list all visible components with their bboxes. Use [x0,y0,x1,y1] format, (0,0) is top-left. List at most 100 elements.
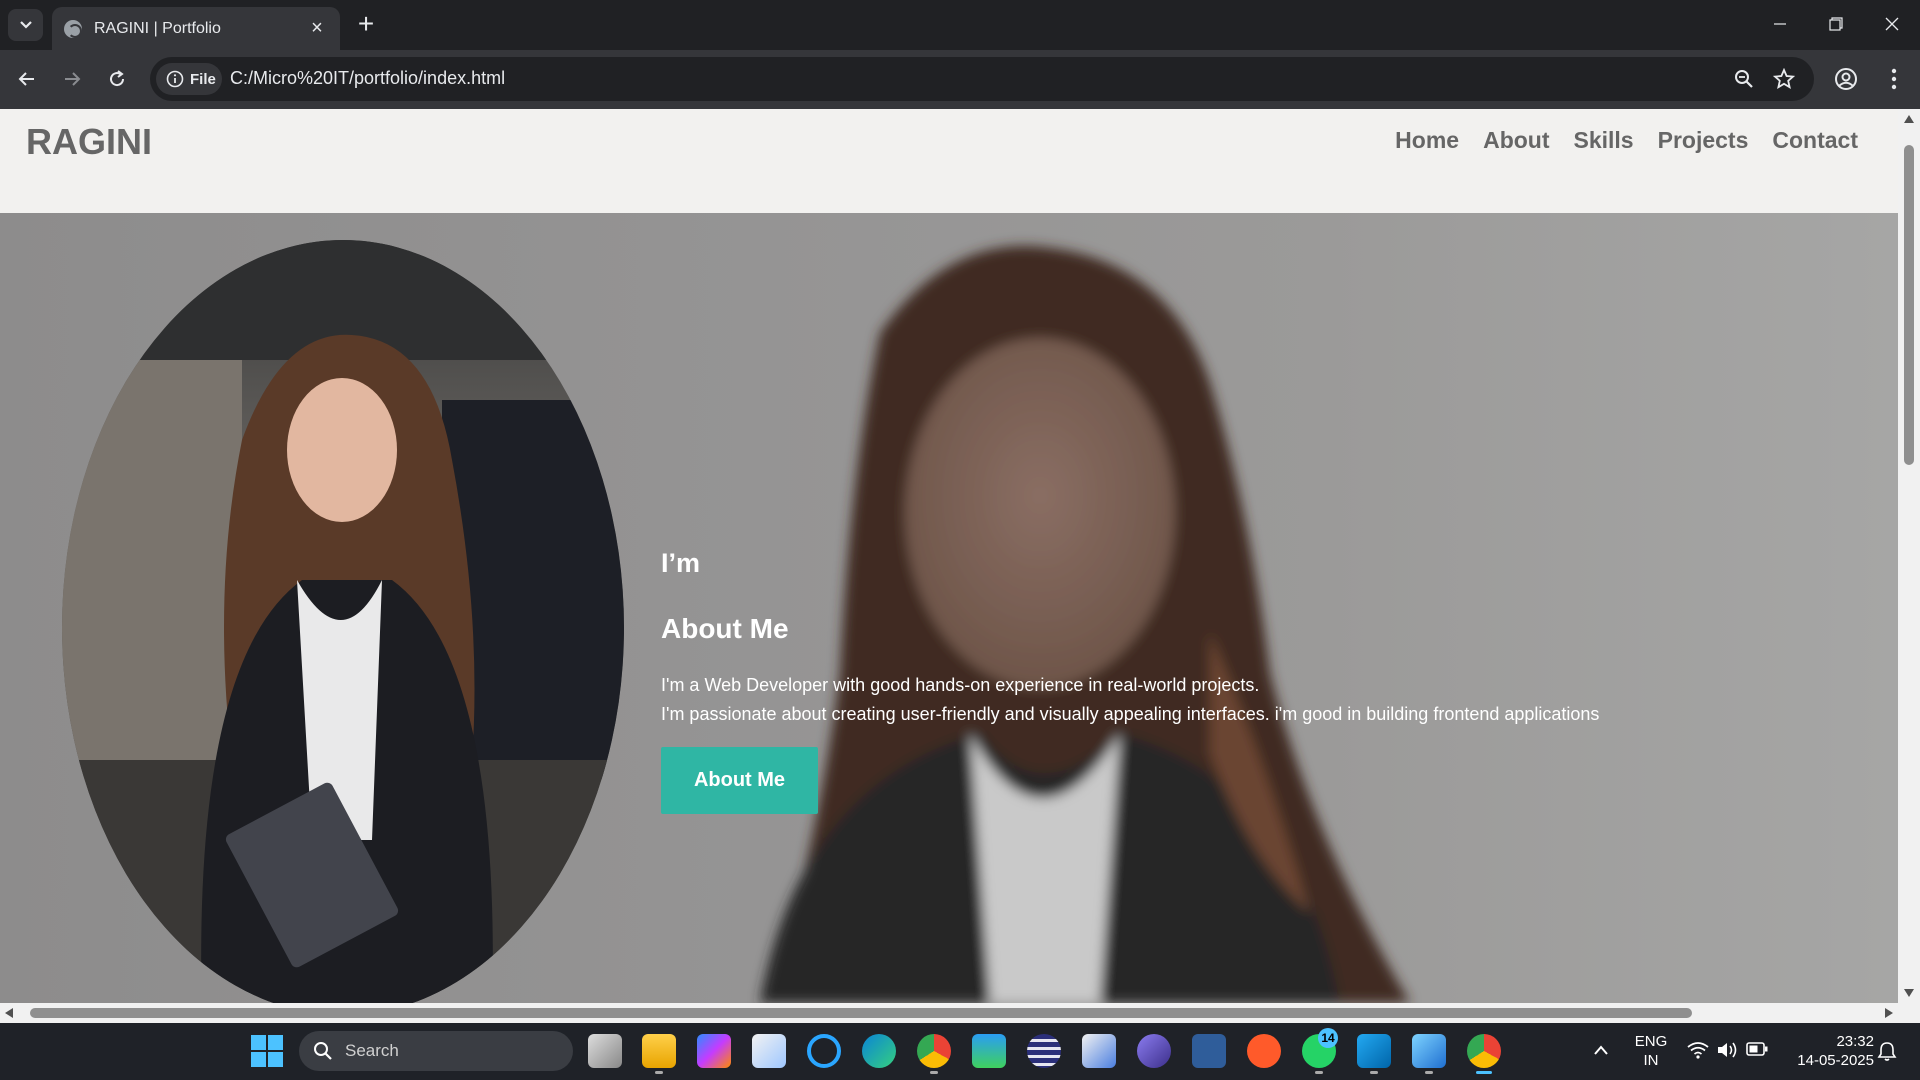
running-indicator [655,1071,663,1074]
site-logo[interactable]: RAGINI [26,121,152,163]
close-icon[interactable]: × [306,17,328,40]
eclipse-icon[interactable] [1027,1034,1061,1068]
window-controls [1752,0,1920,48]
minimize-button[interactable] [1752,0,1808,48]
vertical-scroll-thumb[interactable] [1904,145,1914,465]
app-icon[interactable] [1137,1034,1171,1068]
search-label: Search [345,1041,399,1060]
running-indicator [930,1071,938,1074]
site-info-label: File [190,70,216,88]
profile-button[interactable] [1829,62,1863,96]
star-icon [1773,68,1795,90]
task-view-icon[interactable] [588,1034,622,1068]
bookmark-button[interactable] [1768,63,1800,95]
notepad-icon[interactable] [1082,1034,1116,1068]
browser-toolbar: File C:/Micro%20IT/portfolio/index.html [0,50,1920,109]
zoom-out-icon [1735,70,1753,88]
postman-icon[interactable] [1247,1034,1281,1068]
globe-icon [64,19,82,38]
menu-button[interactable] [1877,62,1911,96]
close-icon [1885,17,1899,31]
about-me-button[interactable]: About Me [661,747,818,814]
wifi-icon[interactable] [1687,1041,1709,1059]
site-nav: Home About Skills Projects Contact [1395,127,1858,154]
vertical-scrollbar[interactable] [1898,109,1920,1003]
chevron-up-icon[interactable] [1593,1044,1609,1056]
portrait-illustration [62,240,624,1003]
arrow-left-icon [18,72,34,86]
chevron-down-icon [19,21,32,29]
restore-button[interactable] [1808,0,1864,48]
chrome-dev-icon[interactable] [917,1034,951,1068]
hero-title: About Me [661,613,789,644]
language-code: ENG [1634,1033,1668,1050]
zoom-button[interactable] [1728,63,1760,95]
scroll-down-icon[interactable] [1904,989,1914,997]
reload-button[interactable] [100,62,134,96]
scroll-up-icon[interactable] [1904,115,1914,123]
tab-strip: RAGINI | Portfolio × + [0,0,1920,50]
hero-section: I’m About Me I'm a Web Developer with go… [0,213,1898,1003]
hero-description-line: I'm a Web Developer with good hands-on e… [661,675,1260,695]
restore-icon [1829,17,1843,31]
reload-icon [110,70,125,87]
copilot-icon[interactable] [697,1034,731,1068]
tab-title: RAGINI | Portfolio [94,19,221,37]
tab-search-button[interactable] [8,9,43,41]
close-window-button[interactable] [1864,0,1920,48]
browser-tab[interactable]: RAGINI | Portfolio × [52,7,340,50]
running-indicator [1425,1071,1433,1074]
clock[interactable]: 23:32 14-05-2025 [1782,1032,1874,1070]
url-text[interactable]: C:/Micro%20IT/portfolio/index.html [230,68,505,89]
back-button[interactable] [10,62,44,96]
active-indicator [1476,1071,1492,1074]
vscode-icon[interactable] [1357,1034,1391,1068]
taskbar-search[interactable]: Search [299,1031,573,1071]
running-indicator [1370,1071,1378,1074]
volume-icon[interactable] [1716,1041,1738,1059]
profile-photo [62,240,624,1003]
scroll-left-icon[interactable] [5,1008,13,1018]
hero-background-image [760,246,1410,1003]
scroll-right-icon[interactable] [1885,1008,1893,1018]
app-icon[interactable] [1192,1034,1226,1068]
site-header: RAGINI Home About Skills Projects Contac… [0,109,1898,213]
running-indicator [1315,1071,1323,1074]
windows-start-icon[interactable] [251,1035,283,1067]
edge-icon[interactable] [862,1034,896,1068]
horizontal-scroll-thumb[interactable] [30,1008,1692,1018]
photos-icon[interactable] [1412,1034,1446,1068]
account-icon [1835,68,1857,90]
new-tab-button[interactable]: + [352,10,380,38]
more-vertical-icon [1891,68,1897,90]
hero-description-line: I'm passionate about creating user-frien… [661,704,1600,724]
microsoft-store-icon[interactable] [752,1034,786,1068]
horizontal-scrollbar[interactable] [0,1003,1920,1023]
battery-icon[interactable] [1746,1042,1768,1056]
nav-home[interactable]: Home [1395,127,1459,154]
address-bar[interactable]: File C:/Micro%20IT/portfolio/index.html [150,57,1814,101]
cortana-icon[interactable] [807,1034,841,1068]
notification-bell-icon[interactable] [1876,1040,1898,1062]
nav-contact[interactable]: Contact [1772,127,1858,154]
minimize-icon [1774,23,1786,25]
search-icon [314,1042,332,1060]
hero-description: I'm a Web Developer with good hands-on e… [661,671,1599,729]
hero-intro: I’m [661,548,701,578]
arrow-right-icon [65,72,81,86]
app-icon[interactable] [972,1034,1006,1068]
nav-skills[interactable]: Skills [1574,127,1634,154]
hero-content: I’m About Me I'm a Web Developer with go… [661,548,1599,814]
file-explorer-icon[interactable] [642,1034,676,1068]
notification-badge: 14 [1318,1028,1338,1048]
site-info-chip[interactable]: File [156,63,222,95]
info-icon [166,70,184,88]
nav-projects[interactable]: Projects [1658,127,1749,154]
page-viewport: RAGINI Home About Skills Projects Contac… [0,109,1920,1023]
clock-time: 23:32 [1836,1033,1874,1050]
taskbar: Search 14 ENG IN 23:32 14-05-2025 [0,1023,1920,1080]
language-indicator[interactable]: ENG IN [1628,1032,1674,1070]
nav-about[interactable]: About [1483,127,1549,154]
forward-button[interactable] [55,62,89,96]
chrome-icon[interactable] [1467,1034,1501,1068]
